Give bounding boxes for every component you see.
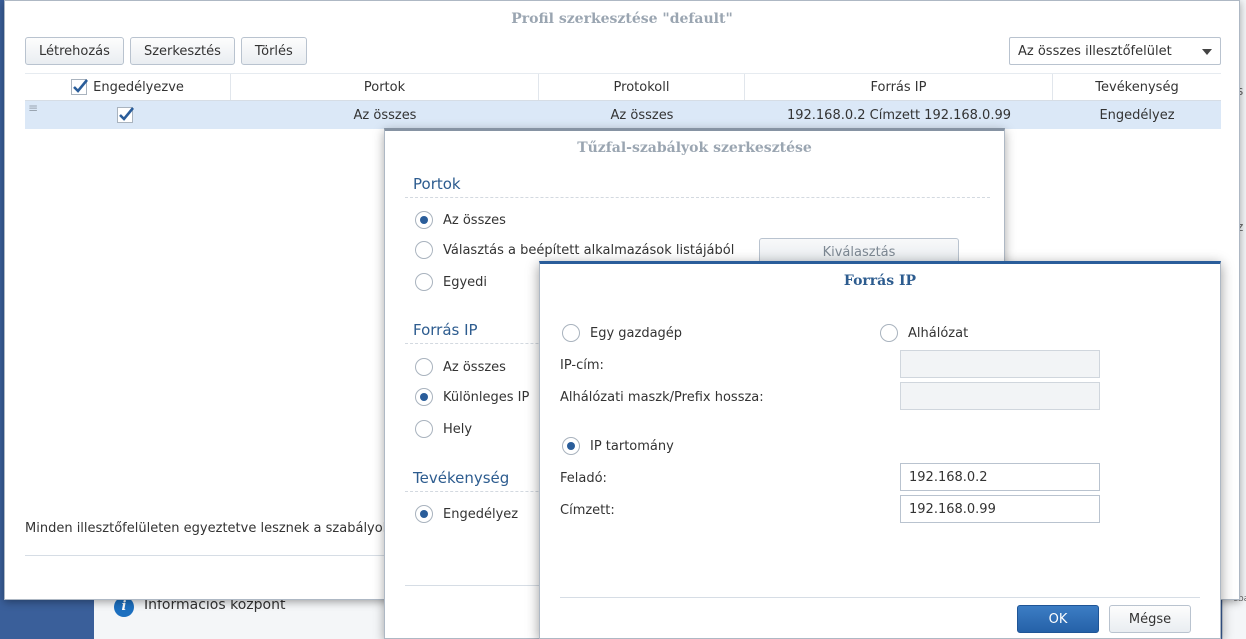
option-label: Alhálózat <box>908 325 969 341</box>
table-row[interactable]: ≡ Az összes Az összes 192.168.0.2 Címzet… <box>25 101 1221 129</box>
interface-select-value: Az összes illesztőfelület <box>1018 43 1172 59</box>
ports-option-custom[interactable]: Egyedi <box>415 273 487 291</box>
profile-toolbar: Létrehozás Szerkesztés Törlés <box>25 37 307 65</box>
source-ip-section-title: Forrás IP <box>413 321 478 339</box>
delete-button[interactable]: Törlés <box>240 37 307 65</box>
source-ip-dialog: Forrás IP Egy gazdagép Alhálózat IP-cím:… <box>539 261 1221 639</box>
option-label: Különleges IP <box>443 389 530 405</box>
divider <box>560 597 1200 598</box>
option-label: Egy gazdagép <box>590 325 683 341</box>
option-label: Egyedi <box>443 274 488 290</box>
ports-option-builtin[interactable]: Választás a beépített alkalmazások listá… <box>415 241 734 259</box>
ok-button[interactable]: OK <box>1017 605 1099 633</box>
subnet-mask-label: Alhálózati maszk/Prefix hossza: <box>560 390 764 405</box>
action-section-title: Tevékenység <box>413 469 510 487</box>
radio-button[interactable] <box>415 420 433 438</box>
chevron-down-icon <box>1202 49 1212 55</box>
from-label: Feladó: <box>560 471 607 486</box>
option-label: Az összes <box>443 359 506 375</box>
subnet-mask-input[interactable] <box>900 382 1100 410</box>
subnet-option[interactable]: Alhálózat <box>880 324 968 342</box>
source-option-all[interactable]: Az összes <box>415 358 506 376</box>
source-option-specific[interactable]: Különleges IP <box>415 388 529 406</box>
from-ip-value: 192.168.0.2 <box>909 469 988 485</box>
radio-button[interactable] <box>415 505 433 523</box>
table-header: Engedélyezve Portok Protokoll Forrás IP … <box>25 73 1221 101</box>
row-enabled-checkbox[interactable] <box>117 107 135 123</box>
to-ip-value: 192.168.0.99 <box>909 501 996 517</box>
profile-window-title: Profil szerkesztése "default" <box>511 11 733 27</box>
radio-button[interactable] <box>415 273 433 291</box>
ports-section-title: Portok <box>413 175 461 193</box>
row-source-ip-cell: 192.168.0.2 Címzett 192.168.0.99 <box>786 107 1012 123</box>
interface-select[interactable]: Az összes illesztőfelület <box>1009 37 1221 65</box>
option-label: Hely <box>443 421 473 437</box>
ip-address-input[interactable] <box>900 350 1100 378</box>
column-header-protocol[interactable]: Protokoll <box>539 74 745 100</box>
select-all-checkbox[interactable] <box>71 79 89 95</box>
ip-address-label: IP-cím: <box>560 358 604 373</box>
source-option-location[interactable]: Hely <box>415 420 472 438</box>
column-label: Engedélyezve <box>93 79 184 95</box>
action-option-allow[interactable]: Engedélyez <box>415 505 518 523</box>
drag-handle-icon[interactable]: ≡ <box>28 101 38 115</box>
row-action-cell: Engedélyez <box>1099 107 1175 123</box>
option-label: Az összes <box>443 212 506 228</box>
radio-button[interactable] <box>415 388 433 406</box>
to-ip-input[interactable]: 192.168.0.99 <box>900 495 1100 523</box>
option-label: Választás a beépített alkalmazások listá… <box>443 242 735 258</box>
divider <box>405 197 990 198</box>
row-ports-cell: Az összes <box>353 107 417 123</box>
profile-footer-note: Minden illesztőfelületen egyeztetve lesz… <box>25 521 395 536</box>
single-host-option[interactable]: Egy gazdagép <box>562 324 682 342</box>
cancel-button[interactable]: Mégse <box>1109 605 1191 633</box>
info-icon: i <box>114 597 134 617</box>
rules-dialog-title: Tűzfal-szabályok szerkesztése <box>577 140 812 156</box>
edit-button[interactable]: Szerkesztés <box>129 37 235 65</box>
column-header-action[interactable]: Tevékenység <box>1053 74 1221 100</box>
radio-button[interactable] <box>415 241 433 259</box>
option-label: IP tartomány <box>590 438 674 454</box>
option-label: Engedélyez <box>443 506 519 522</box>
row-enabled-cell <box>25 101 231 129</box>
row-protocol-cell: Az összes <box>610 107 674 123</box>
rules-table: Engedélyezve Portok Protokoll Forrás IP … <box>25 73 1221 129</box>
to-label: Címzett: <box>560 503 615 518</box>
ip-range-option[interactable]: IP tartomány <box>562 437 674 455</box>
radio-button[interactable] <box>415 358 433 376</box>
column-header-source-ip[interactable]: Forrás IP <box>745 74 1053 100</box>
radio-button[interactable] <box>562 437 580 455</box>
radio-button[interactable] <box>562 324 580 342</box>
radio-button[interactable] <box>880 324 898 342</box>
ports-option-all[interactable]: Az összes <box>415 211 506 229</box>
radio-button[interactable] <box>415 211 433 229</box>
column-header-enabled[interactable]: Engedélyezve <box>25 74 231 100</box>
create-button[interactable]: Létrehozás <box>25 37 124 65</box>
source-dialog-title: Forrás IP <box>843 273 917 289</box>
from-ip-input[interactable]: 192.168.0.2 <box>900 463 1100 491</box>
column-header-ports[interactable]: Portok <box>231 74 539 100</box>
